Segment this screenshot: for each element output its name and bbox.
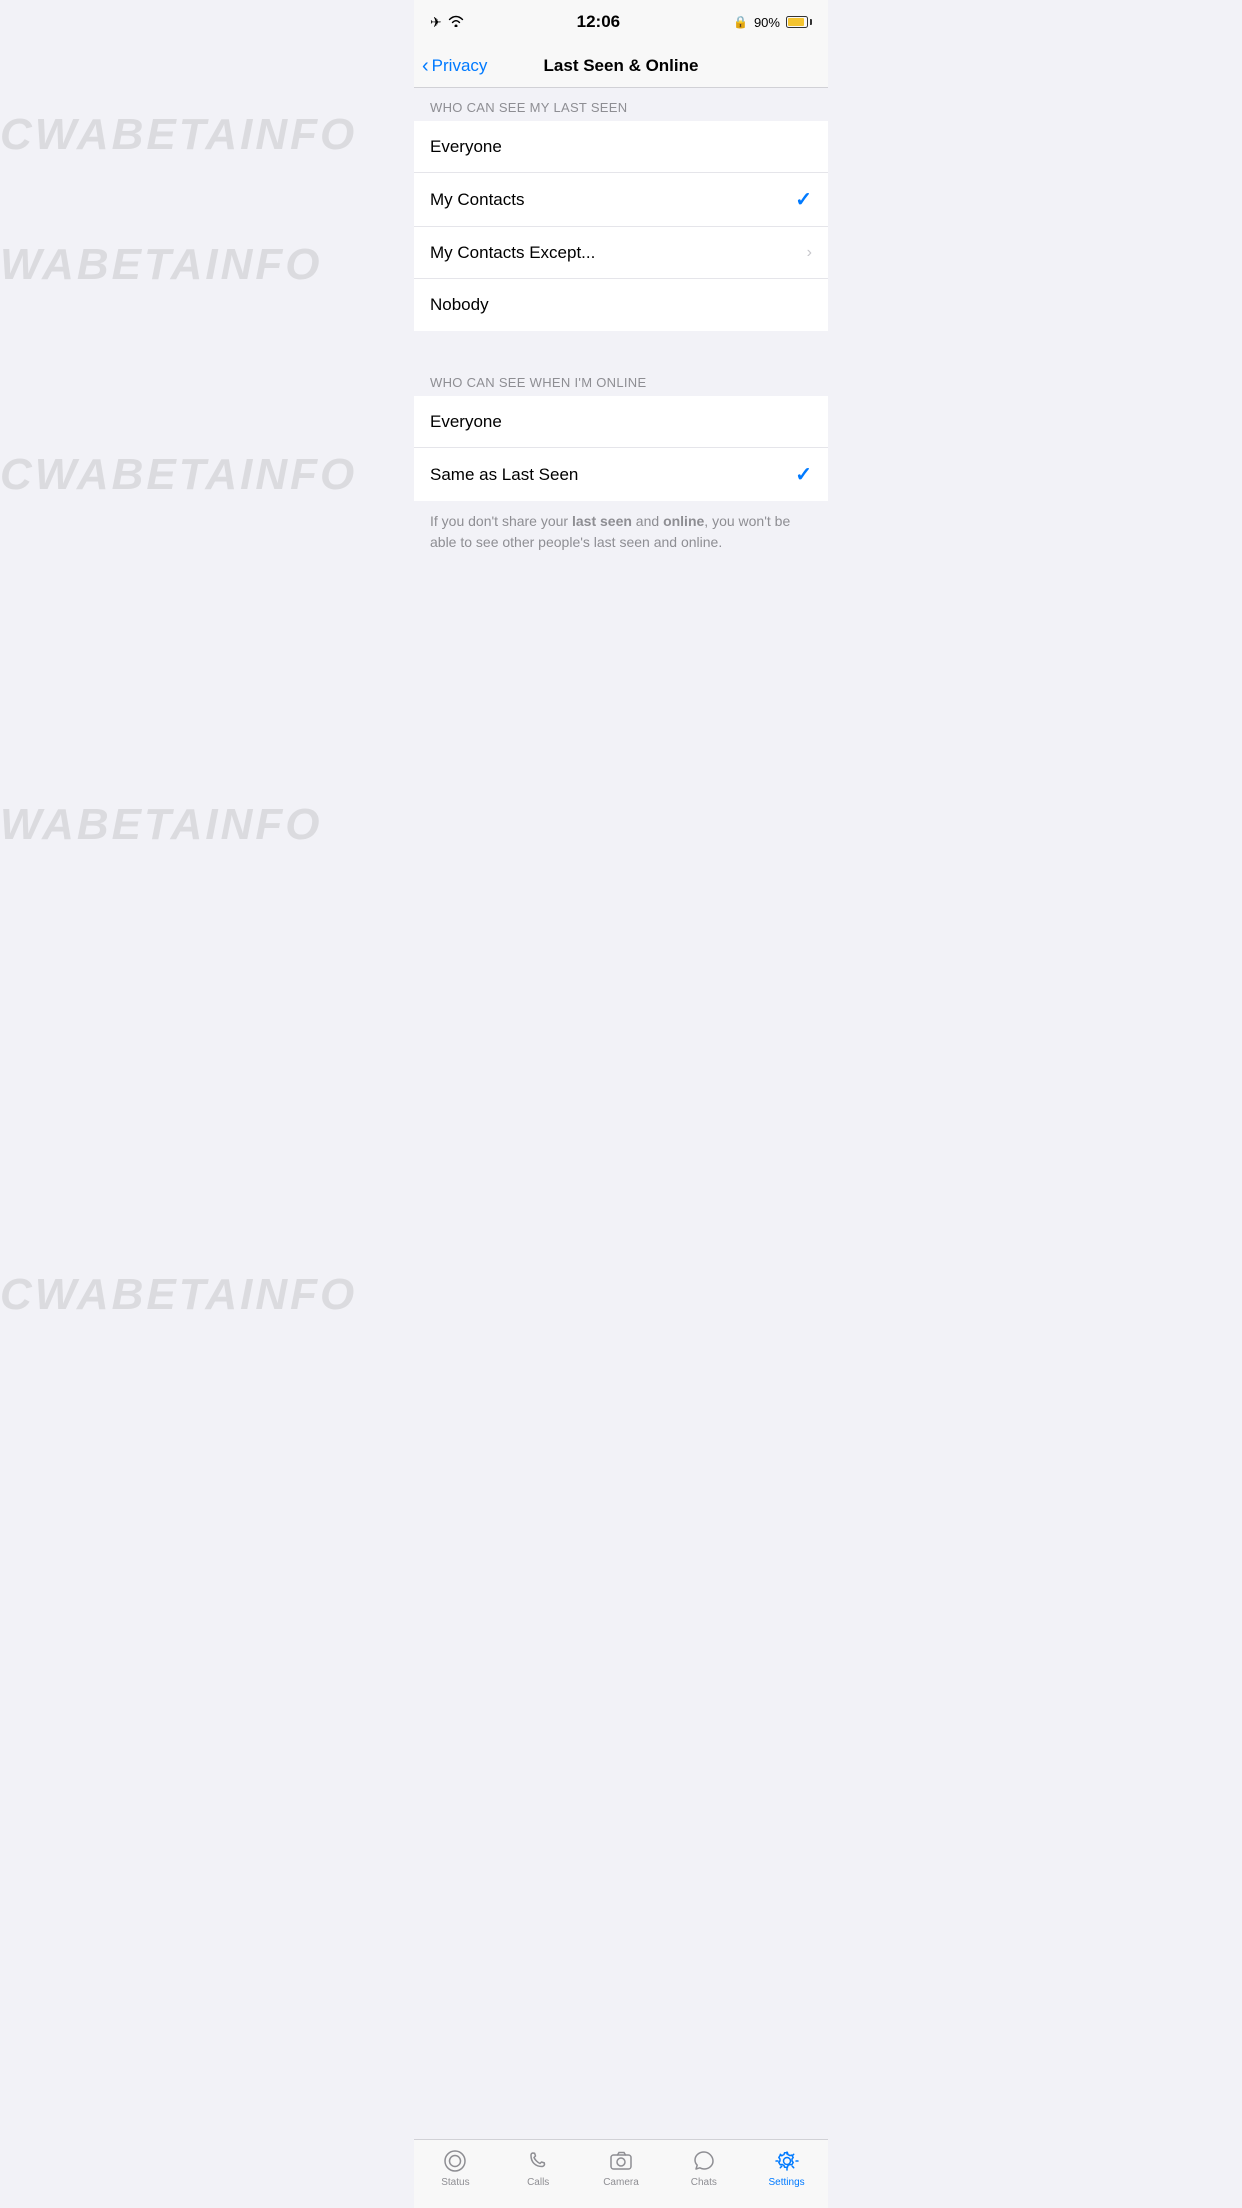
nobody-label: Nobody (430, 295, 489, 315)
watermark-text-4: WABETAINFO (0, 800, 323, 850)
wifi-icon (448, 15, 464, 30)
main-content: WHO CAN SEE MY LAST SEEN Everyone My Con… (414, 88, 828, 946)
everyone-last-label: Everyone (430, 137, 502, 157)
empty-space (414, 563, 828, 863)
watermark-text-1: CWABETAINFO (0, 110, 357, 160)
camera-icon (608, 2148, 634, 2174)
tab-camera-label: Camera (603, 2177, 639, 2188)
tab-status-label: Status (441, 2177, 469, 2188)
last-seen-group: Everyone My Contacts ✓ My Contacts Excep… (414, 121, 828, 331)
tab-chats-label: Chats (691, 2177, 717, 2188)
watermark-text-2: WABETAINFO (0, 240, 323, 290)
chats-icon (691, 2148, 717, 2174)
list-item-nobody[interactable]: Nobody (414, 279, 828, 331)
tab-camera[interactable]: Camera (580, 2148, 663, 2188)
nav-header: ‹ Privacy Last Seen & Online (414, 44, 828, 88)
section-gap-1 (414, 331, 828, 363)
info-text-bold-last-seen: last seen (572, 513, 632, 529)
battery-icon (786, 16, 812, 28)
tab-chats[interactable]: Chats (662, 2148, 745, 2188)
same-as-last-seen-label: Same as Last Seen (430, 465, 578, 485)
status-time: 12:06 (577, 12, 620, 32)
tab-settings[interactable]: Settings (745, 2148, 828, 2188)
info-text: If you don't share your last seen and on… (414, 501, 828, 563)
list-item-my-contacts-except[interactable]: My Contacts Except... › (414, 227, 828, 279)
section-header-online: WHO CAN SEE WHEN I'M ONLINE (414, 363, 828, 396)
everyone-online-label: Everyone (430, 412, 502, 432)
list-item-everyone-online[interactable]: Everyone (414, 396, 828, 448)
status-left: ✈ (430, 14, 464, 31)
status-bar: ✈ 12:06 🔒 90% (414, 0, 828, 44)
list-item-same-as-last-seen[interactable]: Same as Last Seen ✓ (414, 448, 828, 501)
list-item-my-contacts-last[interactable]: My Contacts ✓ (414, 173, 828, 227)
status-icon (442, 2148, 468, 2174)
back-label: Privacy (432, 56, 488, 76)
my-contacts-last-checkmark: ✓ (795, 187, 812, 212)
info-text-middle: and (632, 513, 663, 529)
info-text-bold-online: online (663, 513, 704, 529)
my-contacts-last-label: My Contacts (430, 190, 524, 210)
lock-icon: 🔒 (733, 15, 748, 29)
airplane-icon: ✈ (430, 14, 442, 31)
tab-status[interactable]: Status (414, 2148, 497, 2188)
info-text-prefix: If you don't share your (430, 513, 572, 529)
watermark-text-5: CWABETAINFO (0, 1270, 357, 1320)
tab-settings-label: Settings (769, 2177, 805, 2188)
chevron-right-icon: › (807, 244, 812, 262)
battery-percent: 90% (754, 15, 780, 30)
back-chevron-icon: ‹ (422, 56, 429, 76)
tab-bar: Status Calls Camera Chats Settings (414, 2139, 828, 2208)
tab-calls-label: Calls (527, 2177, 549, 2188)
same-as-last-seen-checkmark: ✓ (795, 462, 812, 487)
watermark-text-3: CWABETAINFO (0, 450, 357, 500)
list-item-everyone-last[interactable]: Everyone (414, 121, 828, 173)
status-right: 🔒 90% (733, 15, 812, 30)
back-button[interactable]: ‹ Privacy (422, 56, 487, 76)
calls-icon (525, 2148, 551, 2174)
my-contacts-except-label: My Contacts Except... (430, 243, 595, 263)
settings-icon (774, 2148, 800, 2174)
page-title: Last Seen & Online (544, 56, 699, 76)
tab-calls[interactable]: Calls (497, 2148, 580, 2188)
online-group: Everyone Same as Last Seen ✓ (414, 396, 828, 501)
section-header-last-seen: WHO CAN SEE MY LAST SEEN (414, 88, 828, 121)
